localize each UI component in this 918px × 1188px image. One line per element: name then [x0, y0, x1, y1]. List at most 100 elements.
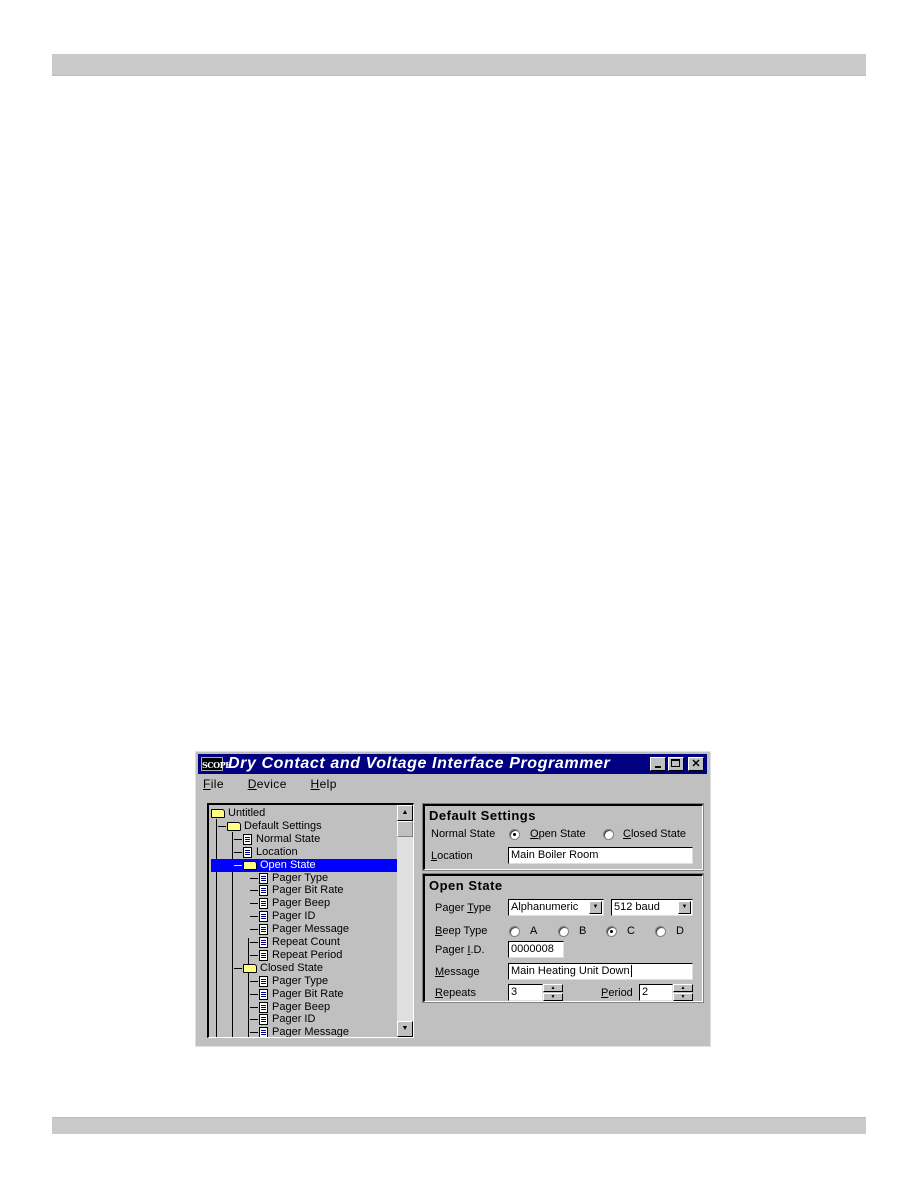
spin-up-icon: ▲ — [550, 985, 556, 991]
tree-item[interactable]: Pager Message — [209, 1026, 397, 1038]
tree-item[interactable]: Open State — [211, 858, 397, 872]
open-state-text: pen State — [538, 828, 586, 840]
menu-device[interactable]: Device — [245, 776, 290, 792]
minimize-icon — [655, 766, 661, 768]
closed-state-radio[interactable] — [603, 829, 614, 840]
document-icon — [259, 1014, 268, 1026]
folder-icon — [211, 809, 225, 818]
tree-item[interactable]: Pager Bit Rate — [209, 988, 397, 1001]
chevron-down-icon: ▼ — [681, 904, 688, 910]
pager-type-label: Pager Type — [435, 902, 491, 914]
tree-item-label: Pager Bit Rate — [272, 987, 344, 1000]
tree-item[interactable]: Repeat Count — [209, 936, 397, 949]
tree-item[interactable]: Closed State — [209, 962, 397, 975]
tree-connector — [250, 954, 258, 956]
tree-item-label: Pager ID — [272, 1013, 316, 1026]
document-icon — [259, 988, 268, 1000]
menu-help[interactable]: Help — [308, 776, 340, 792]
period-increment-button[interactable]: ▲ — [673, 984, 693, 992]
tree-item[interactable]: Repeat Period — [209, 949, 397, 962]
period-label: Period — [601, 987, 633, 999]
default-settings-panel: Default Settings Normal State Open State… — [422, 803, 704, 871]
menu-help-mnemonic: H — [310, 777, 320, 791]
settings-tree[interactable]: Untitled Default Settings Normal State Loca… — [207, 803, 414, 1038]
app-logo-icon[interactable]: SCOPE — [201, 757, 231, 771]
tree-item-label: Pager Message — [272, 1026, 350, 1038]
tree-item[interactable]: Untitled — [209, 807, 397, 820]
open-state-title: Open State — [429, 878, 503, 893]
document-icon — [259, 924, 268, 936]
message-input[interactable]: Main Heating Unit Down — [508, 963, 693, 980]
document-icon — [259, 975, 268, 987]
tree-item[interactable]: Location — [209, 846, 397, 859]
tree-item[interactable]: Pager Type — [209, 872, 397, 885]
beep-a-radio[interactable] — [509, 926, 520, 937]
beep-c-radio[interactable] — [606, 926, 617, 937]
title-bar[interactable]: SCOPE Dry Contact and Voltage Interface … — [198, 754, 707, 774]
period-spinner[interactable]: ▲ ▼ — [673, 984, 693, 1001]
scroll-down-button[interactable]: ▼ — [397, 1021, 413, 1037]
tree-item[interactable]: Pager Beep — [209, 1001, 397, 1014]
document-icon — [259, 898, 268, 910]
tree-item[interactable]: Normal State — [209, 833, 397, 846]
maximize-button[interactable] — [668, 757, 684, 771]
tree-item[interactable]: Pager Message — [209, 923, 397, 936]
tree-connector — [234, 967, 242, 969]
pager-type-select[interactable]: Alphanumeric ▼ — [508, 899, 604, 916]
tree-item[interactable]: Pager Bit Rate — [209, 884, 397, 897]
tree-item[interactable]: Pager ID — [209, 1013, 397, 1026]
default-settings-title: Default Settings — [429, 808, 536, 823]
tree-item[interactable]: Pager Beep — [209, 897, 397, 910]
pager-id-input[interactable]: 0000008 — [508, 941, 564, 958]
repeats-input[interactable]: 3 — [508, 984, 543, 1001]
close-button[interactable]: ✕ — [688, 757, 704, 771]
tree-item[interactable]: Pager ID — [209, 910, 397, 923]
repeats-spinner[interactable]: ▲ ▼ — [543, 984, 563, 1001]
beep-b-radio[interactable] — [558, 926, 569, 937]
pager-type-label-pre: Pager — [435, 902, 468, 914]
tree-scrollbar[interactable]: ▲ ▼ — [397, 805, 413, 1037]
tree-item-label: Closed State — [260, 961, 323, 974]
close-icon: ✕ — [691, 758, 701, 770]
beep-d-label[interactable]: D — [676, 925, 684, 937]
period-input[interactable]: 2 — [639, 984, 673, 1001]
beep-d-radio[interactable] — [655, 926, 666, 937]
beep-c-label[interactable]: C — [627, 925, 635, 937]
bit-rate-select[interactable]: 512 baud ▼ — [611, 899, 693, 916]
open-state-radio-label[interactable]: Open State — [530, 828, 586, 840]
pager-type-value: Alphanumeric — [511, 901, 579, 913]
document-icon — [259, 872, 268, 884]
tree-item-label: Pager Message — [272, 923, 350, 936]
closed-state-radio-label[interactable]: Closed State — [623, 828, 686, 840]
period-decrement-button[interactable]: ▼ — [673, 993, 693, 1001]
menu-file[interactable]: File — [200, 776, 227, 792]
scroll-thumb[interactable] — [397, 821, 413, 837]
beep-a-label[interactable]: A — [530, 925, 537, 937]
tree-item[interactable]: Pager Type — [209, 975, 397, 988]
bit-rate-dropdown-button[interactable]: ▼ — [678, 901, 691, 914]
folder-icon — [243, 963, 257, 973]
beep-b-label[interactable]: B — [579, 925, 586, 937]
window-title: Dry Contact and Voltage Interface Progra… — [228, 755, 611, 772]
repeats-increment-button[interactable]: ▲ — [543, 984, 563, 992]
scroll-up-button[interactable]: ▲ — [397, 805, 413, 821]
tree-item-label: Pager Type — [272, 871, 329, 884]
tree-item-label: Untitled — [228, 807, 266, 819]
menu-file-label: ile — [210, 777, 224, 791]
repeats-decrement-button[interactable]: ▼ — [543, 993, 563, 1001]
tree-item-label: Pager Beep — [272, 1000, 331, 1013]
tree-item-label: Pager Bit Rate — [272, 884, 344, 897]
location-label-text: ocation — [437, 850, 473, 862]
open-state-radio[interactable] — [509, 829, 520, 840]
document-icon — [259, 1001, 268, 1013]
tree-connector — [250, 877, 258, 879]
tree-connector — [250, 1019, 258, 1021]
minimize-button[interactable] — [650, 757, 666, 771]
location-input[interactable]: Main Boiler Room — [508, 847, 693, 864]
tree-connector — [250, 903, 258, 905]
repeats-label: Repeats — [435, 987, 476, 999]
message-label: Message — [435, 966, 480, 978]
tree-item[interactable]: Default Settings — [209, 820, 397, 833]
tree-connector — [250, 942, 258, 943]
pager-type-dropdown-button[interactable]: ▼ — [589, 901, 602, 914]
